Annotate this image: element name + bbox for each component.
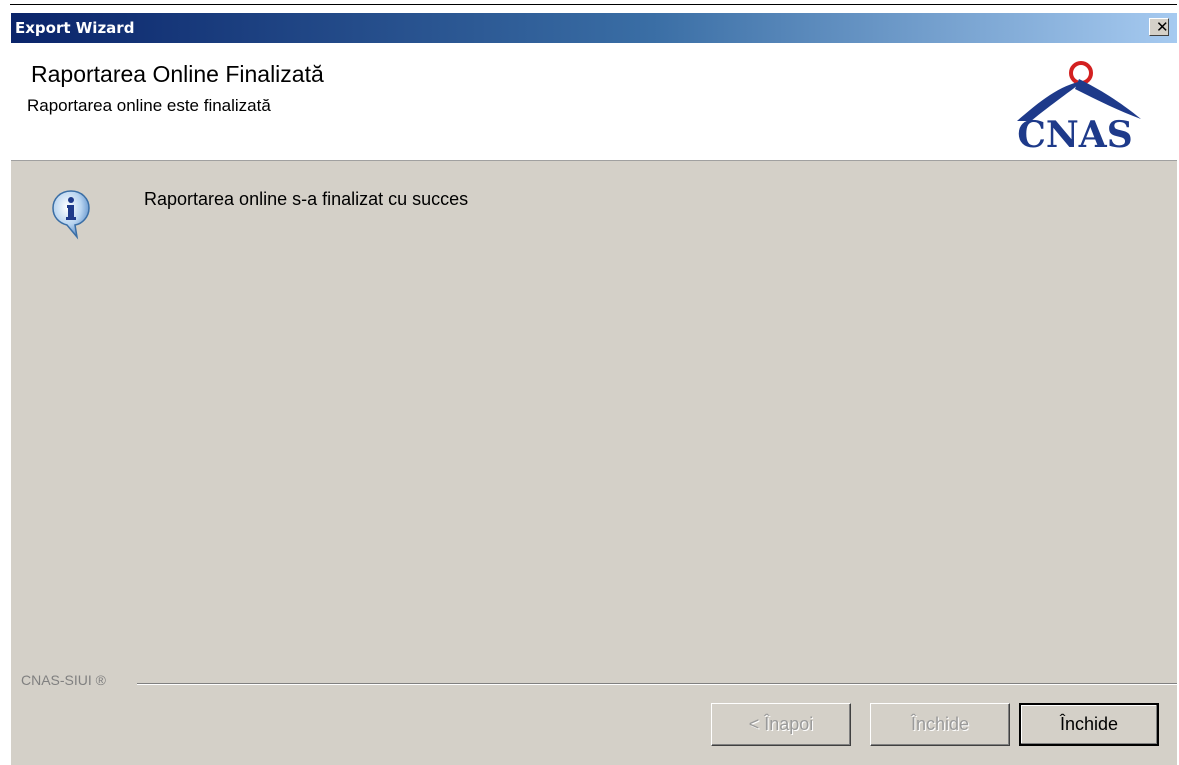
cnas-house-logo-icon: CNAS	[1017, 61, 1141, 156]
close-icon: ✕	[1156, 18, 1169, 36]
page-subtitle: Raportarea online este finalizată	[27, 96, 271, 115]
close-button[interactable]: Închide	[1019, 703, 1159, 746]
export-wizard-window: Export Wizard ✕ Raportarea Online Finali…	[10, 13, 1177, 765]
close-window-button[interactable]: ✕	[1149, 18, 1169, 36]
footer-divider	[137, 683, 1177, 685]
cnas-logo: CNAS	[995, 61, 1155, 156]
title-bar[interactable]: Export Wizard ✕	[11, 13, 1177, 43]
next-button-disabled[interactable]: Închide	[870, 703, 1010, 746]
back-button[interactable]: < Înapoi	[711, 703, 851, 746]
top-divider-line	[10, 4, 1177, 5]
logo-text: CNAS	[1017, 114, 1133, 153]
footer-brand-label: CNAS-SIUI ®	[21, 672, 106, 688]
page-title: Raportarea Online Finalizată	[31, 61, 324, 87]
wizard-header: Raportarea Online Finalizată Raportarea …	[11, 43, 1177, 161]
status-message: Raportarea online s-a finalizat cu succe…	[144, 189, 469, 209]
info-icon	[51, 189, 91, 241]
window-title: Export Wizard	[15, 19, 135, 37]
